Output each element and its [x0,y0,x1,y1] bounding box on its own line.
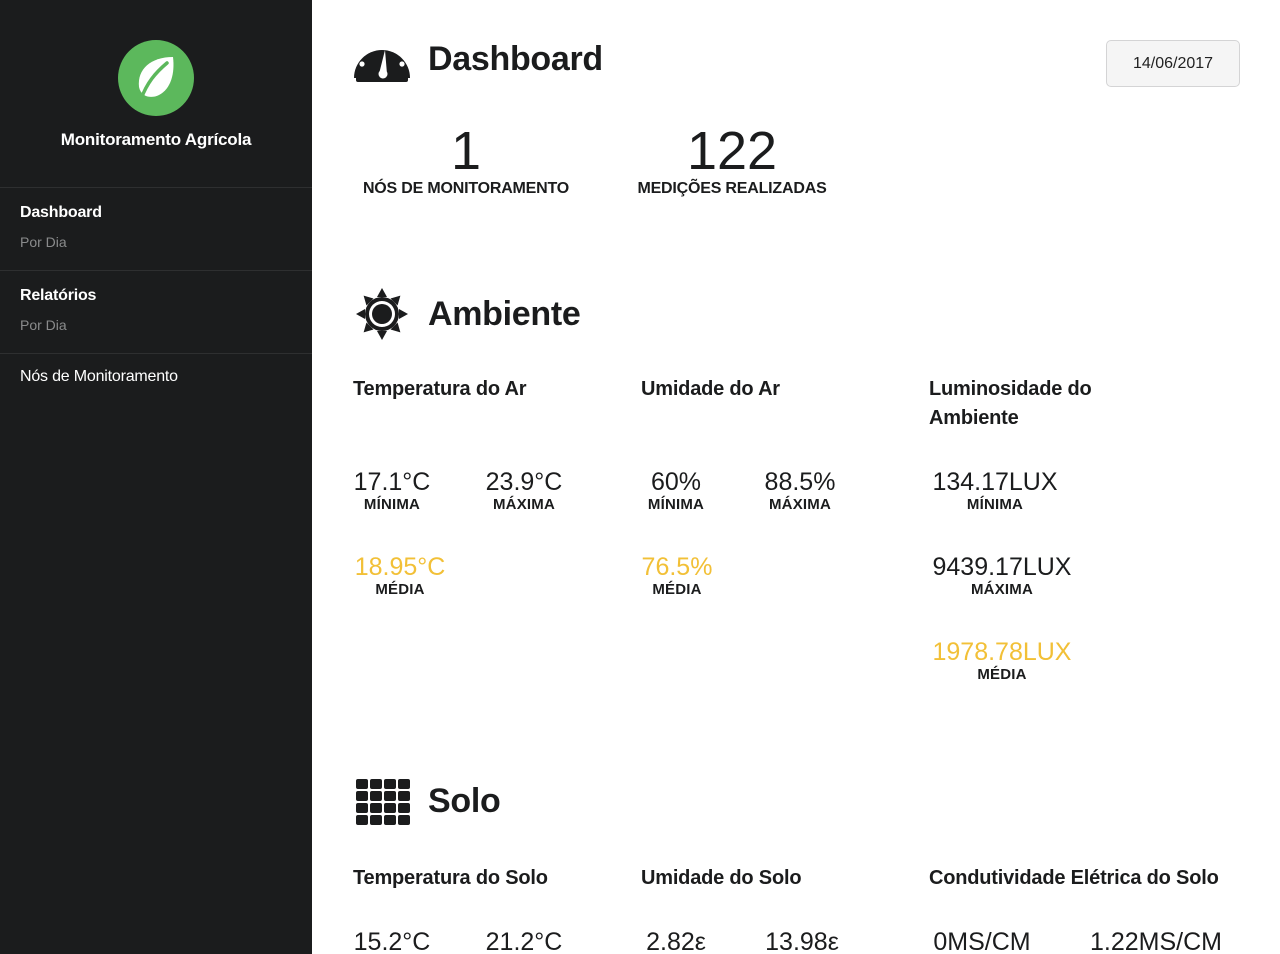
metric-value: 17.1°C [353,468,431,496]
metric-value: 13.98ε [765,928,839,954]
metric-value: 18.95°C [354,553,446,581]
umid-ar-min: 60% MÍNIMA [641,468,711,514]
metric-label: MÍNIMA [647,496,705,513]
metric-label: MÁXIMA [768,496,832,513]
metric-label: MÉDIA [652,581,702,598]
cond-solo-title: Condutividade Elétrica do Solo [929,867,1219,889]
grid-icon [352,776,412,826]
dashboard-icon [352,34,412,84]
metric-value: 60% [650,468,702,496]
stat-label: MEDIÇÕES REALIZADAS [637,180,827,197]
sidebar: Monitoramento Agrícola Dashboard Por Dia… [0,0,312,954]
leaf-icon [118,40,194,116]
temp-solo-min: 15.2°C [353,928,431,954]
ambiente-header: Ambiente [352,288,581,340]
temp-ar-avg: 18.95°C MÉDIA [353,553,447,599]
umid-ar-avg: 76.5% MÉDIA [641,553,713,599]
date-picker-input[interactable]: 14/06/2017 [1106,40,1240,87]
metric-value: 76.5% [641,553,713,581]
brand-name: Monitoramento Agrícola [60,130,252,149]
luz-avg: 1978.78LUX MÉDIA [929,638,1075,684]
temp-ar-max: 23.9°C MÁXIMA [484,468,564,514]
temp-ar-title: Temperatura do Ar [353,378,527,400]
section-title-ambiente: Ambiente [428,294,581,333]
umid-solo-max: 13.98ε [762,928,842,954]
cond-solo-max: 1.22MS/CM [1085,928,1227,954]
brand[interactable]: Monitoramento Agrícola [0,0,312,188]
sidebar-item-label[interactable]: Dashboard [20,204,292,222]
sidebar-item-relatorios[interactable]: Relatórios Por Dia [0,271,312,354]
stat-label: NÓS DE MONITORAMENTO [362,180,570,197]
metric-label: MÁXIMA [970,581,1034,598]
dashboard-header: Dashboard [352,34,603,84]
stat-value: 1 [450,121,482,181]
umid-ar-max: 88.5% MÁXIMA [762,468,838,514]
metric-value: 21.2°C [485,928,563,954]
umid-solo-title: Umidade do Solo [641,867,802,889]
main-content: Dashboard 14/06/2017 1 NÓS DE MONITORAME… [312,0,1280,954]
metric-label: MÁXIMA [492,496,556,513]
metric-value: 0MS/CM [933,928,1031,954]
metric-value: 15.2°C [353,928,431,954]
stat-value: 122 [686,121,778,181]
sidebar-item-nos[interactable]: Nós de Monitoramento [0,354,312,406]
cond-solo-min: 0MS/CM [929,928,1035,954]
temp-ar-min: 17.1°C MÍNIMA [353,468,431,514]
temp-solo-title: Temperatura do Solo [353,867,548,889]
stat-nodes: 1 NÓS DE MONITORAMENTO [352,122,580,198]
metric-value: 2.82ε [646,928,706,954]
umid-solo-min: 2.82ε [641,928,711,954]
sun-icon [352,288,412,340]
metric-value: 23.9°C [485,468,563,496]
sidebar-item-label[interactable]: Relatórios [20,287,292,305]
sidebar-subitem-relatorios-por-dia[interactable]: Por Dia [20,317,292,333]
temp-solo-max: 21.2°C [484,928,564,954]
metric-label: MÉDIA [977,666,1027,683]
metric-value: 9439.17LUX [932,553,1072,581]
sidebar-item-dashboard[interactable]: Dashboard Por Dia [0,188,312,271]
luz-min: 134.17LUX MÍNIMA [929,468,1061,514]
luz-title: Luminosidade do Ambiente [929,378,1092,429]
metric-label: MÉDIA [375,581,425,598]
metric-label: MÍNIMA [966,496,1024,513]
sidebar-item-label[interactable]: Nós de Monitoramento [20,368,292,386]
metric-value: 1.22MS/CM [1090,928,1222,954]
section-title-solo: Solo [428,781,501,820]
umid-ar-title: Umidade do Ar [641,378,780,400]
metric-value: 88.5% [764,468,836,496]
solo-header: Solo [352,776,501,826]
stat-measurements: 122 MEDIÇÕES REALIZADAS [630,122,834,198]
luz-max: 9439.17LUX MÁXIMA [929,553,1075,599]
metric-label: MÍNIMA [363,496,421,513]
metric-value: 134.17LUX [932,468,1058,496]
page-title: Dashboard [428,39,603,78]
sidebar-subitem-dashboard-por-dia[interactable]: Por Dia [20,234,292,250]
metric-value: 1978.78LUX [932,638,1072,666]
